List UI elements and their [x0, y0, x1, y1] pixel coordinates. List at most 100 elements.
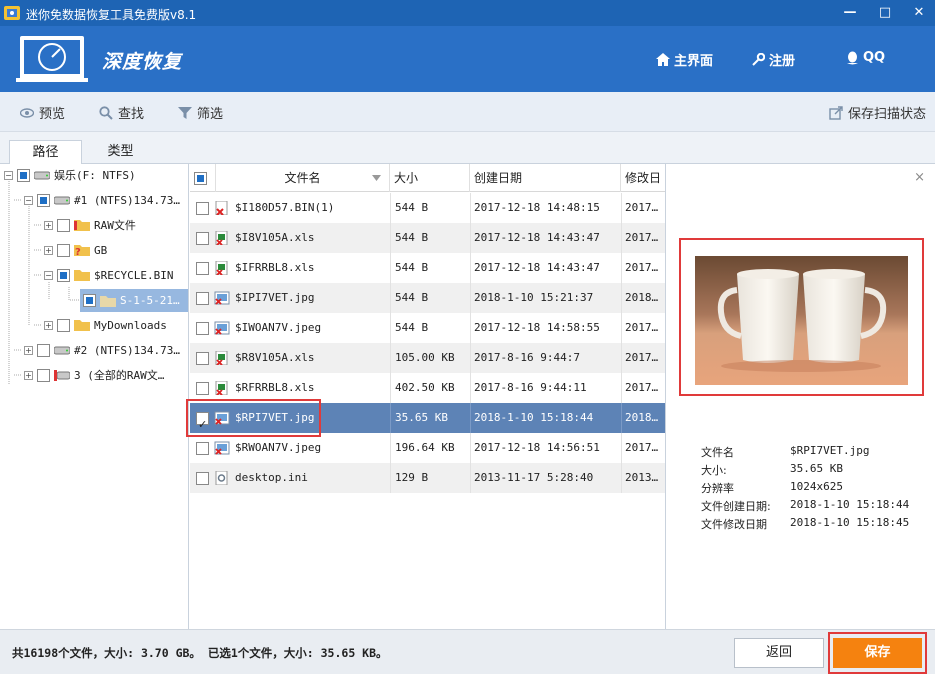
ini-file-icon [215, 470, 228, 486]
tree-checkbox[interactable] [37, 343, 50, 357]
file-row[interactable]: $RWOAN7V.jpeg 196.64 KB 2017-12-18 14:56:5… [190, 433, 665, 463]
home-button[interactable]: 主界面 [656, 50, 713, 69]
svg-text:?: ? [75, 247, 81, 257]
file-row[interactable]: $IPI7VET.jpg 544 B 2018-1-10 15:21:37 2018… [190, 283, 665, 313]
minimize-button[interactable]: — [837, 2, 863, 24]
tree-checkbox[interactable] [37, 193, 50, 207]
tree-node-sid-folder[interactable]: S-1-5-21… [80, 289, 188, 312]
file-name: $IPI7VET.jpg [235, 291, 315, 304]
header: 深度恢复 主界面 注册 QQ [0, 26, 935, 92]
image-file-icon [214, 441, 230, 455]
close-button[interactable]: ✕ [906, 2, 932, 24]
back-button[interactable]: 返回 [734, 638, 824, 668]
tree-label: $RECYCLE.BIN [94, 268, 174, 282]
preview-image-frame [679, 238, 924, 396]
file-row[interactable]: $R8V105A.xls 105.00 KB 2017-8-16 9:44:7 201… [190, 343, 665, 373]
filter-button[interactable]: 筛选 [178, 103, 223, 122]
row-checkbox[interactable] [196, 321, 209, 335]
row-checkbox-cell [196, 463, 212, 493]
file-row[interactable]: $IWOAN7V.jpeg 544 B 2017-12-18 14:58:55 201… [190, 313, 665, 343]
key-icon [752, 53, 765, 66]
column-header-modified[interactable]: 修改日 [621, 164, 665, 192]
save-button[interactable]: 保存 [833, 638, 922, 668]
file-row[interactable]: $RPI7VET.jpg 35.65 KB2018-1-10 15:18:4420… [190, 403, 665, 433]
tree-label: 娱乐(F: NTFS) [54, 169, 136, 182]
tree-checkbox[interactable] [57, 268, 70, 282]
maximize-button[interactable]: □ [872, 2, 898, 24]
expand-icon[interactable]: + [24, 370, 33, 380]
collapse-icon[interactable]: − [4, 170, 13, 180]
save-scan-state-button[interactable]: 保存扫描状态 [829, 103, 926, 122]
row-checkbox[interactable] [196, 231, 209, 245]
tree-checkbox[interactable] [17, 168, 30, 182]
column-header-name[interactable]: 文件名 [216, 164, 390, 192]
collapse-icon[interactable]: − [44, 270, 53, 280]
expand-icon[interactable]: + [44, 320, 53, 330]
tree-checkbox[interactable] [57, 318, 70, 332]
tree-label: GB [94, 243, 108, 257]
preview-button[interactable]: 预览 [20, 103, 65, 122]
file-row[interactable]: $I180D57.BIN(1) 544 B 2017-12-18 14:48:15 2… [190, 193, 665, 223]
file-modified: 2017… [621, 343, 665, 373]
search-icon [99, 105, 113, 120]
row-checkbox-cell [196, 193, 212, 223]
column-header-created[interactable]: 创建日期 [470, 164, 621, 192]
row-checkbox[interactable] [196, 471, 209, 485]
register-label: 注册 [769, 54, 796, 69]
file-name: desktop.ini [235, 471, 308, 484]
file-created: 2017-12-18 14:48:15 [470, 193, 621, 223]
tree-node-raw-partition[interactable]: + 3 (全部的RAW文… [24, 366, 164, 384]
expand-icon[interactable]: + [24, 345, 33, 355]
row-checkbox-cell [196, 313, 212, 343]
row-checkbox[interactable] [196, 381, 209, 395]
row-checkbox[interactable] [196, 291, 209, 305]
xls-file-icon [215, 230, 228, 246]
file-modified: 2017… [621, 373, 665, 403]
file-icon-cell [214, 463, 230, 493]
folder-icon [100, 295, 116, 307]
tree-node-recycle-bin[interactable]: − $RECYCLE.BIN [44, 266, 173, 284]
row-checkbox[interactable] [196, 441, 209, 455]
tree-node-partition-2[interactable]: + #2 (NTFS)134.73… [24, 341, 180, 359]
export-icon [829, 105, 843, 120]
file-row[interactable]: $I8V105A.xls 544 B 2017-12-18 14:43:47 2017… [190, 223, 665, 253]
preview-image [695, 256, 908, 385]
tree-checkbox[interactable] [83, 294, 96, 307]
qq-button[interactable]: QQ [846, 50, 885, 65]
file-row[interactable]: $RFRRBL8.xls 402.50 KB 2017-8-16 9:44:11 20… [190, 373, 665, 403]
row-checkbox[interactable] [196, 351, 209, 365]
column-header-size[interactable]: 大小 [390, 164, 470, 192]
collapse-icon[interactable]: − [24, 195, 33, 205]
tree-node-partition-1[interactable]: − #1 (NTFS)134.73… [24, 191, 180, 209]
row-checkbox[interactable] [196, 201, 209, 215]
save-highlight: 保存 [828, 632, 927, 674]
tree-node-gb[interactable]: + ? GB [44, 241, 107, 259]
tab-type[interactable]: 类型 [84, 140, 157, 165]
row-checkbox[interactable] [196, 261, 209, 275]
tree-checkbox[interactable] [57, 243, 70, 257]
tree-label: #1 (NTFS)134.73… [74, 193, 180, 207]
preview-close-icon[interactable]: × [914, 170, 925, 185]
file-name: $RPI7VET.jpg [235, 411, 315, 424]
tree-node-drive-f[interactable]: − 娱乐(F: NTFS) [4, 166, 136, 184]
select-all-checkbox[interactable] [194, 172, 207, 185]
register-button[interactable]: 注册 [752, 50, 795, 69]
expand-icon[interactable]: + [44, 220, 53, 230]
tree-checkbox[interactable] [57, 218, 70, 232]
expand-icon[interactable]: + [44, 245, 53, 255]
tree-node-raw-files[interactable]: + RAW文件 [44, 216, 136, 234]
find-button[interactable]: 查找 [99, 103, 144, 122]
row-checkbox-cell [196, 373, 212, 403]
file-size: 544 B [390, 193, 470, 223]
xls-file-icon [215, 260, 228, 276]
save-scan-state-label: 保存扫描状态 [848, 107, 927, 122]
row-checkbox[interactable] [196, 410, 209, 433]
tab-path[interactable]: 路径 [9, 140, 82, 165]
file-row[interactable]: $IFRRBL8.xls 544 B 2017-12-18 14:43:47 2017… [190, 253, 665, 283]
tree-checkbox[interactable] [37, 368, 50, 382]
file-row[interactable]: desktop.ini 129 B 2013-11-17 5:28:40 2013… [190, 463, 665, 493]
file-name: $I8V105A.xls [235, 231, 315, 244]
home-label: 主界面 [674, 54, 714, 69]
file-name: $I180D57.BIN(1) [235, 201, 335, 214]
tree-node-mydownloads[interactable]: + MyDownloads [44, 316, 167, 334]
